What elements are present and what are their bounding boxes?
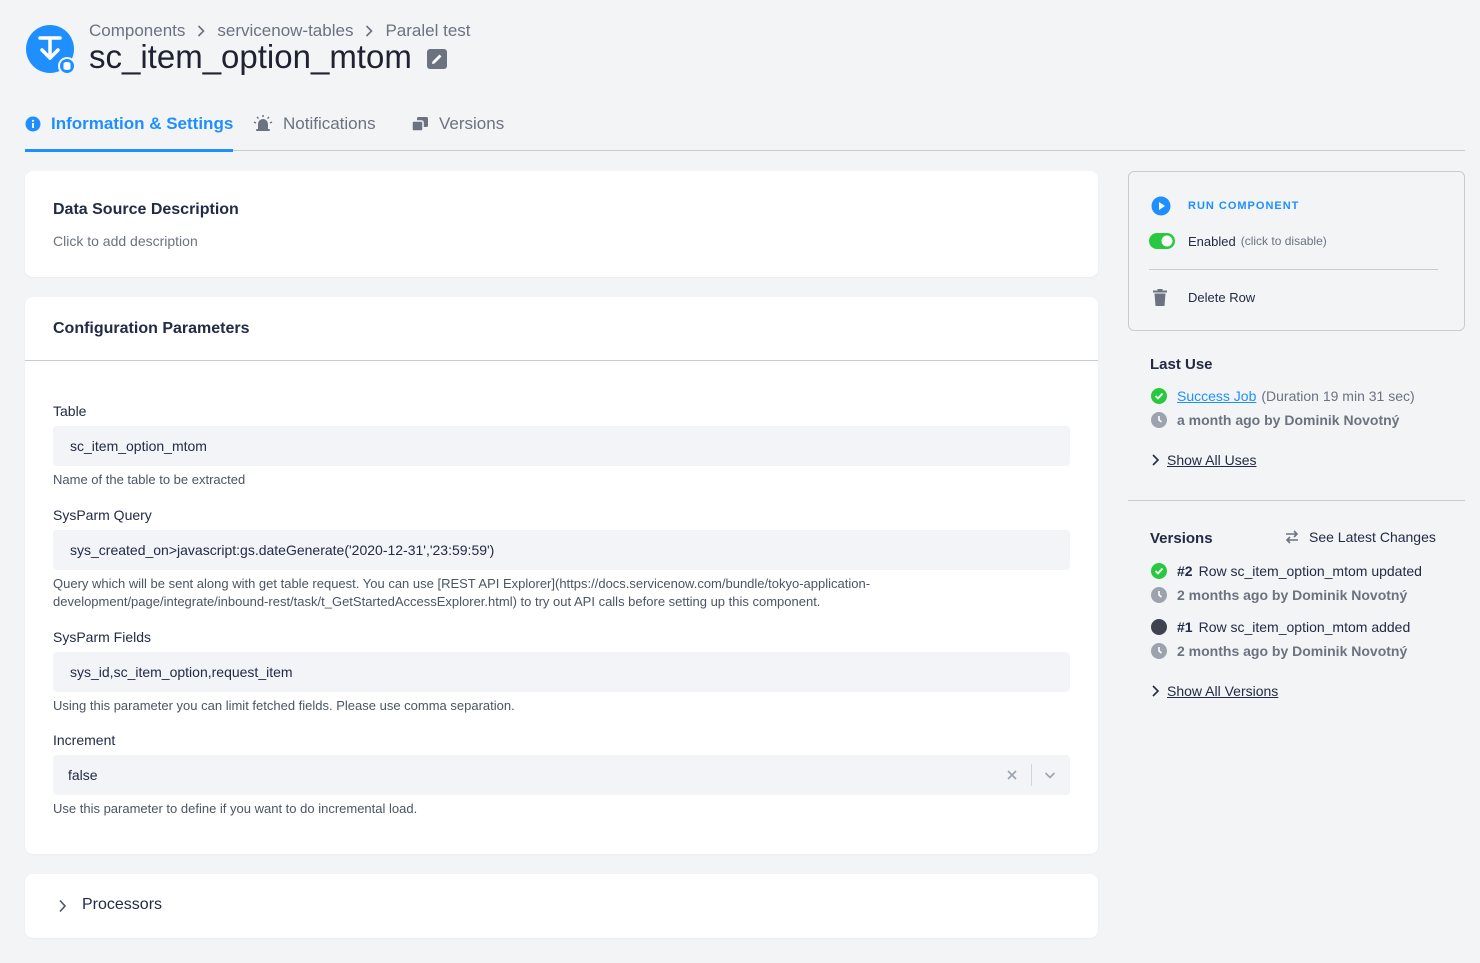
clock-icon: [1151, 412, 1167, 428]
sysparm-fields-input[interactable]: sys_id,sc_item_option,request_item: [53, 652, 1070, 692]
success-job-link[interactable]: Success Job: [1177, 388, 1256, 404]
last-use-job: Success Job (Duration 19 min 31 sec): [1151, 388, 1415, 404]
select-divider: [1031, 764, 1032, 786]
divider: [1128, 500, 1465, 501]
clear-icon[interactable]: [1005, 768, 1019, 782]
version-number: #1: [1177, 619, 1193, 635]
sysparm-query-label: SysParm Query: [53, 507, 152, 523]
run-component-button[interactable]: RUN COMPONENT: [1151, 196, 1299, 216]
bell-icon: [253, 115, 273, 133]
chevron-right-icon: [197, 25, 205, 37]
version-item: #1 Row sc_item_option_mtom added: [1151, 619, 1410, 635]
job-duration: (Duration 19 min 31 sec): [1261, 388, 1414, 404]
tab-versions[interactable]: Versions: [411, 98, 504, 150]
clock-icon: [1151, 643, 1167, 659]
delete-row-label: Delete Row: [1188, 290, 1255, 305]
version-number: #2: [1177, 563, 1193, 579]
component-logo: [26, 25, 74, 73]
version-when: 2 months ago by Dominik Novotný: [1151, 643, 1407, 659]
check-circle-icon: [1151, 563, 1167, 579]
version-when: 2 months ago by Dominik Novotný: [1151, 587, 1407, 603]
version-text: Row sc_item_option_mtom updated: [1199, 563, 1422, 579]
table-input[interactable]: sc_item_option_mtom: [53, 426, 1070, 466]
enabled-toggle[interactable]: Enabled (click to disable): [1149, 233, 1327, 249]
version-when-text: 2 months ago by Dominik Novotný: [1177, 643, 1407, 659]
chevron-right-icon: [58, 899, 67, 918]
clock-icon: [1151, 587, 1167, 603]
tab-notifications[interactable]: Notifications: [253, 98, 376, 150]
enabled-hint: (click to disable): [1241, 234, 1327, 248]
page-title: sc_item_option_mtom: [89, 40, 412, 74]
divider: [25, 360, 1098, 361]
show-all-uses-link[interactable]: Show All Uses: [1167, 452, 1256, 468]
versions-title: Versions: [1150, 530, 1213, 547]
version-item: #2 Row sc_item_option_mtom updated: [1151, 563, 1422, 579]
chevron-right-icon: [365, 25, 373, 37]
tab-label: Notifications: [283, 114, 376, 134]
processors-card[interactable]: Processors: [25, 874, 1098, 938]
increment-value: false: [68, 767, 98, 783]
sysparm-fields-help: Using this parameter you can limit fetch…: [53, 697, 515, 715]
table-help: Name of the table to be extracted: [53, 471, 245, 489]
actions-card: RUN COMPONENT Enabled (click to disable)…: [1128, 171, 1465, 331]
see-latest-changes-button[interactable]: See Latest Changes: [1284, 529, 1436, 545]
versions-icon: [411, 116, 429, 132]
description-card: Data Source Description Click to add des…: [25, 171, 1098, 277]
description-placeholder[interactable]: Click to add description: [53, 233, 198, 249]
chevron-right-icon: [1151, 453, 1160, 467]
edit-icon[interactable]: [427, 49, 447, 69]
processors-title: Processors: [82, 896, 162, 914]
see-latest-changes-label: See Latest Changes: [1309, 529, 1436, 545]
database-badge-icon: [58, 57, 76, 75]
increment-select[interactable]: false: [53, 755, 1070, 795]
tab-label: Information & Settings: [51, 114, 233, 134]
sysparm-query-help: Query which will be sent along with get …: [53, 575, 953, 611]
run-component-label: RUN COMPONENT: [1188, 200, 1299, 212]
table-label: Table: [53, 403, 86, 419]
increment-label: Increment: [53, 732, 115, 748]
tab-bar: Information & Settings Notifications Ver…: [25, 98, 1465, 151]
divider: [1149, 269, 1438, 270]
tab-information-settings[interactable]: Information & Settings: [25, 98, 233, 150]
swap-icon: [1284, 529, 1300, 545]
sysparm-query-input[interactable]: sys_created_on>javascript:gs.dateGenerat…: [53, 530, 1070, 570]
last-use-title: Last Use: [1150, 356, 1213, 373]
delete-row-button[interactable]: Delete Row: [1153, 289, 1255, 306]
trash-icon: [1153, 289, 1167, 306]
check-circle-icon: [1151, 388, 1167, 404]
increment-help: Use this parameter to define if you want…: [53, 800, 417, 818]
chevron-down-icon[interactable]: [1043, 768, 1057, 782]
version-when-text: 2 months ago by Dominik Novotný: [1177, 587, 1407, 603]
configuration-card: Configuration Parameters Table sc_item_o…: [25, 297, 1098, 854]
tab-label: Versions: [439, 114, 504, 134]
show-all-versions[interactable]: Show All Versions: [1151, 683, 1278, 699]
toggle-switch: [1149, 233, 1175, 249]
enabled-label: Enabled: [1188, 234, 1236, 249]
info-icon: [25, 116, 41, 132]
dot-icon: [1151, 619, 1167, 635]
chevron-right-icon: [1151, 684, 1160, 698]
sysparm-fields-label: SysParm Fields: [53, 629, 151, 645]
show-all-versions-link[interactable]: Show All Versions: [1167, 683, 1278, 699]
last-use-when-text: a month ago by Dominik Novotný: [1177, 412, 1399, 428]
configuration-title: Configuration Parameters: [53, 320, 249, 338]
description-title: Data Source Description: [53, 201, 239, 219]
play-icon: [1151, 196, 1171, 216]
last-use-when: a month ago by Dominik Novotný: [1151, 412, 1399, 428]
show-all-uses[interactable]: Show All Uses: [1151, 452, 1256, 468]
version-text: Row sc_item_option_mtom added: [1199, 619, 1411, 635]
